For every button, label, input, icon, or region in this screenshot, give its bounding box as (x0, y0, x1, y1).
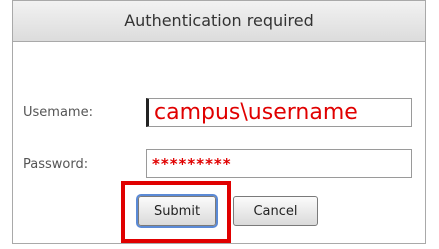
password-input[interactable] (146, 149, 412, 178)
username-label: Usemame: (23, 105, 93, 120)
cancel-button[interactable]: Cancel (233, 196, 318, 226)
dialog-title: Authentication required (13, 1, 425, 42)
username-input[interactable] (146, 98, 412, 127)
authentication-dialog: Authentication required Usemame: Passwor… (12, 0, 426, 244)
submit-button[interactable]: Submit (138, 196, 216, 226)
password-label: Password: (23, 157, 89, 172)
